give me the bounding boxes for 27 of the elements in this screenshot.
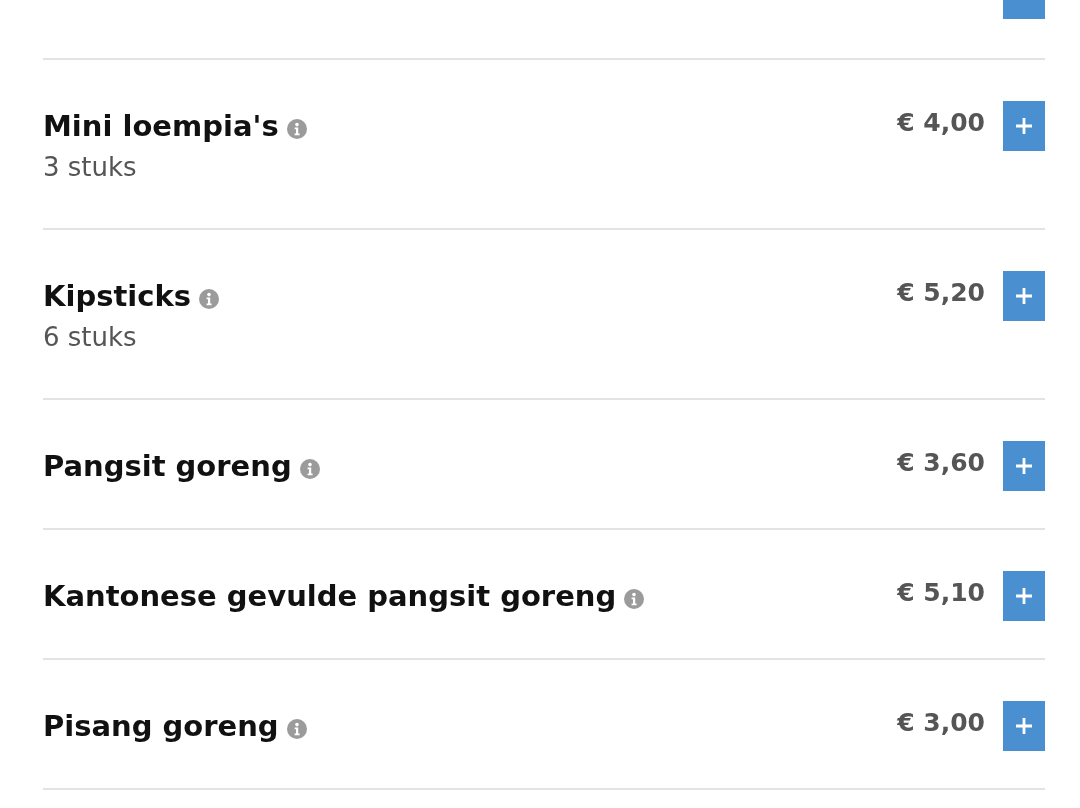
info-icon[interactable] — [199, 288, 219, 309]
info-icon[interactable] — [286, 718, 307, 739]
dish-price: € 3,60 — [897, 447, 985, 479]
plus-icon — [1016, 288, 1032, 304]
add-button[interactable] — [1003, 441, 1045, 491]
info-icon[interactable] — [286, 118, 307, 139]
dish-name: Kantonese gevulde pangsit goreng — [43, 578, 617, 615]
dish-name: Kipsticks — [43, 278, 191, 315]
info-icon[interactable] — [624, 588, 645, 609]
dish-description: 6 stuks — [43, 321, 137, 353]
dish-description: 3 stuks — [43, 151, 137, 183]
plus-icon — [1016, 588, 1032, 604]
plus-icon — [1016, 118, 1032, 134]
dish-price: € 5,10 — [897, 577, 985, 609]
add-button[interactable] — [1003, 271, 1045, 321]
dish-name: Mini loempia's — [43, 108, 279, 145]
add-button[interactable] — [1003, 701, 1045, 751]
add-button[interactable] — [1003, 101, 1045, 151]
dish-price: € 4,00 — [897, 107, 985, 139]
info-icon[interactable] — [299, 458, 320, 479]
dish-price: € 5,20 — [897, 277, 985, 309]
dish-price: € 3,00 — [897, 707, 985, 739]
dish-name: Pangsit goreng — [43, 448, 292, 485]
plus-icon — [1016, 718, 1032, 734]
plus-icon — [1016, 458, 1032, 474]
add-button[interactable] — [1003, 571, 1045, 621]
dish-name: Pisang goreng — [43, 708, 279, 745]
